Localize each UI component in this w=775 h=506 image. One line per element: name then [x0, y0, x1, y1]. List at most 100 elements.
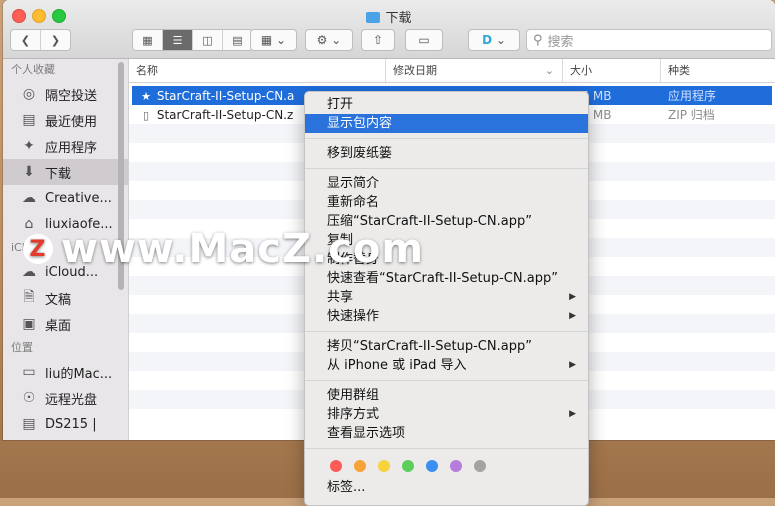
sidebar-item-label: 文稿 — [45, 292, 72, 308]
sidebar-item-mac[interactable]: ▭ liu的Mac... — [3, 359, 128, 385]
sidebar-section-locations: 位置 — [11, 341, 33, 354]
sidebar-item-downloads[interactable]: ⬇ 下载 — [3, 159, 128, 185]
sidebar-item-desktop[interactable]: ▣ 桌面 — [3, 311, 128, 337]
list-view-button[interactable]: ☰ — [163, 30, 193, 50]
action-button[interactable]: ⚙ ⌄ — [305, 29, 353, 51]
submenu-arrow-icon: ▶ — [569, 360, 576, 370]
search-icon: ⚲ — [533, 32, 543, 48]
submenu-arrow-icon: ▶ — [569, 409, 576, 419]
sidebar-item-airdrop[interactable]: ◎ 隔空投送 — [3, 81, 128, 107]
column-date-label: 修改日期 — [393, 64, 437, 77]
sidebar-item-label: iCloud... — [45, 264, 99, 280]
menu-item-share[interactable]: 共享 ▶ — [305, 288, 588, 307]
menu-item-use-groups[interactable]: 使用群组 — [305, 386, 588, 405]
menu-item-get-info[interactable]: 显示简介 — [305, 174, 588, 193]
menu-separator — [305, 448, 588, 449]
menu-item-sort-by-label: 排序方式 — [327, 407, 380, 422]
column-date[interactable]: 修改日期 ⌄ — [386, 59, 563, 82]
forward-button[interactable]: ❯ — [41, 30, 70, 50]
sidebar-item-label: liuxiaofe... — [45, 216, 113, 232]
sidebar-item-icloud-drive[interactable]: ☁ iCloud... — [3, 259, 128, 285]
tag-purple-button[interactable] — [450, 460, 462, 472]
sidebar-item-network-drive[interactable]: ▤ DS215 | — [3, 411, 128, 437]
tag-color-row — [305, 454, 588, 478]
sidebar-section-icloud: iCl... — [11, 241, 36, 254]
nav-buttons: ❮ ❯ — [10, 29, 71, 51]
menu-item-quick-look[interactable]: 快速查看“StarCraft-II-Setup-CN.app” — [305, 269, 588, 288]
tag-blue-button[interactable] — [426, 460, 438, 472]
file-name: StarCraft-II-Setup-CN.a — [156, 88, 295, 103]
menu-item-sort-by[interactable]: 排序方式 ▶ — [305, 405, 588, 424]
menu-item-duplicate[interactable]: 复制 — [305, 231, 588, 250]
column-view-button[interactable]: ◫ — [193, 30, 223, 50]
gallery-view-button[interactable]: ▤ — [223, 30, 252, 50]
edit-tags-button[interactable]: ▭ — [405, 29, 443, 51]
sidebar-scrollbar[interactable] — [118, 62, 124, 290]
sidebar-item-label: 远程光盘 — [45, 392, 98, 408]
home-icon: ⌂ — [24, 216, 34, 232]
sidebar-item-label: 应用程序 — [45, 140, 98, 156]
window-title: 下载 — [3, 7, 775, 26]
search-field[interactable]: ⚲ 搜索 — [526, 29, 772, 51]
chevron-down-icon: ⌄ — [331, 33, 342, 47]
tag-green-button[interactable] — [402, 460, 414, 472]
column-size[interactable]: 大小 — [563, 59, 661, 82]
menu-item-open[interactable]: 打开 — [305, 95, 588, 114]
documents-icon: 🗎 — [23, 289, 35, 305]
share-icon: ⇧ — [372, 33, 384, 47]
sidebar-item-creative-cloud[interactable]: ☁ Creative... — [3, 185, 128, 211]
toolbar: 下载 ❮ ❯ ▦ ☰ ◫ ▤ ▦ ⌄ ⚙ ⌄ ⇧ ▭ D ⌄ ⚲ 搜索 — [3, 0, 775, 59]
menu-item-rename[interactable]: 重新命名 — [305, 193, 588, 212]
tag-red-button[interactable] — [330, 460, 342, 472]
tag-orange-button[interactable] — [354, 460, 366, 472]
menu-item-import-label: 从 iPhone 或 iPad 导入 — [327, 358, 467, 373]
menu-item-make-alias[interactable]: 制作替身 — [305, 250, 588, 269]
sidebar-item-label: liu的Mac... — [45, 366, 113, 382]
recents-icon: ▤ — [22, 112, 36, 128]
menu-item-quick-actions[interactable]: 快速操作 ▶ — [305, 307, 588, 326]
sidebar-item-remote-disc[interactable]: ☉ 远程光盘 — [3, 385, 128, 411]
menu-separator — [305, 331, 588, 332]
window-title-label: 下载 — [385, 11, 412, 26]
icloud-icon: ☁ — [22, 264, 36, 280]
dropbox-button[interactable]: D ⌄ — [468, 29, 520, 51]
menu-item-move-to-trash[interactable]: 移到废纸篓 — [305, 144, 588, 163]
submenu-arrow-icon: ▶ — [569, 311, 576, 321]
group-by-button[interactable]: ▦ ⌄ — [250, 29, 297, 51]
gear-icon: ⚙ — [316, 33, 328, 47]
sidebar-item-label: 最近使用 — [45, 114, 98, 130]
app-extension-icon: D — [482, 33, 493, 47]
column-kind[interactable]: 种类 — [661, 59, 775, 82]
menu-item-tags[interactable]: 标签... — [305, 478, 588, 497]
sidebar-item-recents[interactable]: ▤ 最近使用 — [3, 107, 128, 133]
sidebar-item-label: Creative... — [45, 190, 112, 206]
menu-item-show-package-contents[interactable]: 显示包内容 — [305, 114, 588, 133]
menu-item-compress[interactable]: 压缩“StarCraft-II-Setup-CN.app” — [305, 212, 588, 231]
menu-item-copy[interactable]: 拷贝“StarCraft-II-Setup-CN.app” — [305, 337, 588, 356]
view-mode-switcher: ▦ ☰ ◫ ▤ — [132, 29, 253, 51]
document-icon: ▯ — [142, 108, 150, 122]
menu-item-view-options[interactable]: 查看显示选项 — [305, 424, 588, 443]
network-drive-icon: ▤ — [22, 416, 36, 432]
tag-gray-button[interactable] — [474, 460, 486, 472]
sidebar-item-documents[interactable]: 🗎 文稿 — [3, 285, 128, 311]
menu-item-import-from-iphone[interactable]: 从 iPhone 或 iPad 导入 ▶ — [305, 356, 588, 375]
sidebar-item-home[interactable]: ⌂ liuxiaofe... — [3, 211, 128, 237]
group-icon: ▦ — [260, 33, 273, 47]
sidebar-item-applications[interactable]: ✦ 应用程序 — [3, 133, 128, 159]
column-header: 名称 修改日期 ⌄ 大小 种类 — [129, 59, 775, 83]
context-menu: 打开 显示包内容 移到废纸篓 显示简介 重新命名 压缩“StarCraft-II… — [304, 91, 589, 506]
tag-yellow-button[interactable] — [378, 460, 390, 472]
remote-disc-icon: ☉ — [22, 390, 36, 406]
search-placeholder: 搜索 — [547, 34, 574, 50]
airdrop-icon: ◎ — [22, 86, 36, 102]
sidebar-item-label: DS215 | — [45, 416, 97, 432]
share-button[interactable]: ⇧ — [361, 29, 395, 51]
back-button[interactable]: ❮ — [11, 30, 41, 50]
menu-item-quick-actions-label: 快速操作 — [327, 309, 380, 324]
file-name: StarCraft-II-Setup-CN.z — [156, 107, 294, 122]
menu-separator — [305, 138, 588, 139]
creative-cloud-icon: ☁ — [22, 190, 36, 206]
column-name[interactable]: 名称 — [129, 59, 386, 82]
icon-view-button[interactable]: ▦ — [133, 30, 163, 50]
